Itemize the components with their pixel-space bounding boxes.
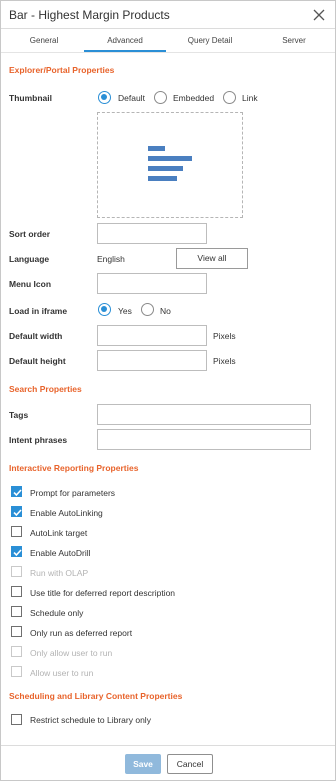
run-with-olap-label: Run with OLAP — [30, 568, 89, 578]
schedule-only-label: Schedule only — [30, 608, 84, 618]
title-bar: Bar - Highest Margin Products — [1, 1, 335, 29]
tab-bar: General Advanced Query Detail Server — [1, 30, 335, 52]
tab-query-detail[interactable]: Query Detail — [181, 36, 239, 45]
properties-dialog: Bar - Highest Margin Products General Ad… — [0, 0, 336, 781]
allow-user-to-run-checkbox — [11, 666, 22, 677]
allow-user-to-run-label: Allow user to run — [30, 668, 94, 678]
tags-label: Tags — [9, 410, 29, 420]
enable-autodrill-checkbox[interactable] — [11, 546, 22, 557]
autolink-target-checkbox[interactable] — [11, 526, 22, 537]
tab-general[interactable]: General — [23, 36, 65, 45]
run-with-olap-checkbox — [11, 566, 22, 577]
thumbnail-preview[interactable] — [97, 112, 243, 218]
only-run-deferred-checkbox[interactable] — [11, 626, 22, 637]
section-explorer-portal: Explorer/Portal Properties — [9, 65, 115, 75]
language-label: Language — [9, 254, 50, 264]
thumbnail-embedded-label: Embedded — [173, 93, 215, 103]
thumbnail-default-label: Default — [118, 93, 145, 103]
default-width-unit: Pixels — [213, 331, 236, 341]
tab-divider — [1, 52, 335, 53]
load-iframe-no-label: No — [160, 306, 171, 316]
schedule-only-checkbox[interactable] — [11, 606, 22, 617]
section-interactive-reporting: Interactive Reporting Properties — [9, 463, 139, 473]
load-iframe-label: Load in iframe — [9, 306, 68, 316]
thumbnail-default-radio[interactable] — [98, 91, 111, 104]
close-icon[interactable] — [312, 8, 326, 22]
prompt-for-parameters-checkbox[interactable] — [11, 486, 22, 497]
only-run-deferred-label: Only run as deferred report — [30, 628, 133, 638]
enable-autolinking-checkbox[interactable] — [11, 506, 22, 517]
section-scheduling-library: Scheduling and Library Content Propertie… — [9, 691, 183, 701]
thumbnail-label: Thumbnail — [9, 93, 52, 103]
default-width-input[interactable] — [97, 325, 207, 346]
tags-input[interactable] — [97, 404, 311, 425]
view-all-button[interactable]: View all — [176, 248, 248, 269]
enable-autolinking-label: Enable AutoLinking — [30, 508, 103, 518]
dialog-title: Bar - Highest Margin Products — [9, 8, 170, 22]
intent-phrases-label: Intent phrases — [9, 435, 68, 445]
use-title-deferred-label: Use title for deferred report descriptio… — [30, 588, 176, 598]
restrict-schedule-library-checkbox[interactable] — [11, 714, 22, 725]
language-value: English — [97, 254, 125, 264]
sort-order-input[interactable] — [97, 223, 207, 244]
only-allow-user-to-run-label: Only allow user to run — [30, 648, 113, 658]
use-title-deferred-checkbox[interactable] — [11, 586, 22, 597]
thumbnail-embedded-radio[interactable] — [154, 91, 167, 104]
tab-advanced[interactable]: Advanced — [84, 36, 166, 45]
sort-order-label: Sort order — [9, 229, 51, 239]
enable-autodrill-label: Enable AutoDrill — [30, 548, 91, 558]
load-iframe-yes-label: Yes — [118, 306, 132, 316]
autolink-target-label: AutoLink target — [30, 528, 88, 538]
menu-icon-input[interactable] — [97, 273, 207, 294]
tab-server[interactable]: Server — [274, 36, 314, 45]
thumbnail-link-radio[interactable] — [223, 91, 236, 104]
cancel-button[interactable]: Cancel — [167, 754, 213, 774]
restrict-schedule-library-label: Restrict schedule to Library only — [30, 715, 151, 725]
default-height-input[interactable] — [97, 350, 207, 371]
section-search: Search Properties — [9, 384, 82, 394]
load-iframe-yes-radio[interactable] — [98, 303, 111, 316]
intent-phrases-input[interactable] — [97, 429, 311, 450]
load-iframe-no-radio[interactable] — [141, 303, 154, 316]
save-button[interactable]: Save — [125, 754, 161, 774]
default-height-unit: Pixels — [213, 356, 236, 366]
only-allow-user-to-run-checkbox — [11, 646, 22, 657]
default-width-label: Default width — [9, 331, 63, 341]
horizontal-bar-chart-icon — [148, 146, 192, 181]
prompt-for-parameters-label: Prompt for parameters — [30, 488, 116, 498]
default-height-label: Default height — [9, 356, 66, 366]
thumbnail-link-label: Link — [242, 93, 258, 103]
menu-icon-label: Menu Icon — [9, 279, 52, 289]
